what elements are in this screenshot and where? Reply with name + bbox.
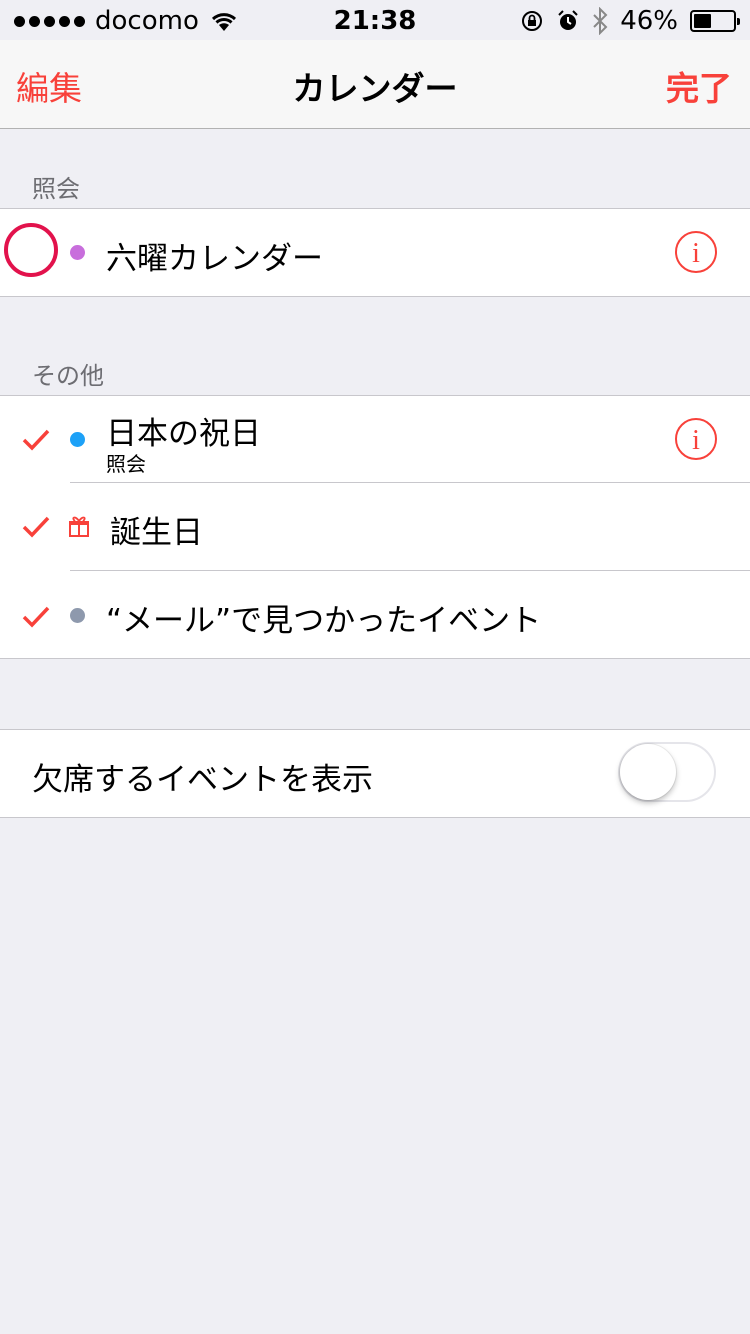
info-icon[interactable]: i bbox=[674, 417, 718, 461]
toggle-knob bbox=[620, 744, 676, 800]
bluetooth-icon bbox=[593, 7, 608, 35]
done-button[interactable]: 完了 bbox=[666, 62, 732, 110]
calendar-label: “メール”で見つかったイベント bbox=[106, 603, 542, 639]
other-calendar-group: 日本の祝日 照会 i 誕生日 “メール”で見つかったイベント bbox=[0, 395, 750, 659]
section-header-subscribed: 照会 bbox=[32, 175, 80, 203]
declined-events-row: 欠席するイベントを表示 bbox=[0, 730, 750, 817]
battery-percent: 46% bbox=[620, 6, 678, 36]
calendar-row-birthdays[interactable]: 誕生日 bbox=[0, 483, 750, 571]
checkmark-icon bbox=[22, 429, 50, 451]
calendar-label: 誕生日 bbox=[110, 515, 203, 551]
calendar-label: 六曜カレンダー bbox=[106, 241, 323, 277]
calendar-color-dot bbox=[70, 608, 85, 623]
declined-events-group: 欠席するイベントを表示 bbox=[0, 729, 750, 818]
navigation-bar: 編集 カレンダー 完了 bbox=[0, 40, 750, 129]
declined-events-toggle[interactable] bbox=[618, 742, 716, 802]
declined-events-label: 欠席するイベントを表示 bbox=[32, 762, 373, 798]
checkmark-icon bbox=[22, 606, 50, 628]
gift-icon bbox=[69, 516, 89, 537]
page-title: カレンダー bbox=[292, 69, 458, 108]
calendar-label: 日本の祝日 bbox=[106, 416, 261, 452]
calendar-color-dot bbox=[70, 432, 85, 447]
svg-text:i: i bbox=[692, 238, 700, 269]
calendar-row-mail-events[interactable]: “メール”で見つかったイベント bbox=[0, 571, 750, 658]
checkmark-icon bbox=[22, 516, 50, 538]
svg-text:i: i bbox=[692, 425, 700, 456]
rotation-lock-icon bbox=[522, 11, 543, 31]
calendar-sublabel: 照会 bbox=[106, 452, 146, 476]
highlight-circle bbox=[4, 223, 58, 277]
alarm-icon bbox=[558, 10, 578, 30]
section-header-other: その他 bbox=[32, 362, 104, 390]
subscribed-calendar-group: 六曜カレンダー i bbox=[0, 208, 750, 297]
calendar-row-holidays[interactable]: 日本の祝日 照会 i bbox=[0, 396, 750, 483]
status-bar: docomo 21:38 46% bbox=[0, 0, 750, 40]
battery-icon bbox=[690, 10, 740, 32]
calendar-color-dot bbox=[70, 245, 85, 260]
calendar-row-rokuyo[interactable]: 六曜カレンダー i bbox=[0, 209, 750, 296]
info-icon[interactable]: i bbox=[674, 230, 718, 274]
status-right: 46% bbox=[520, 6, 740, 36]
